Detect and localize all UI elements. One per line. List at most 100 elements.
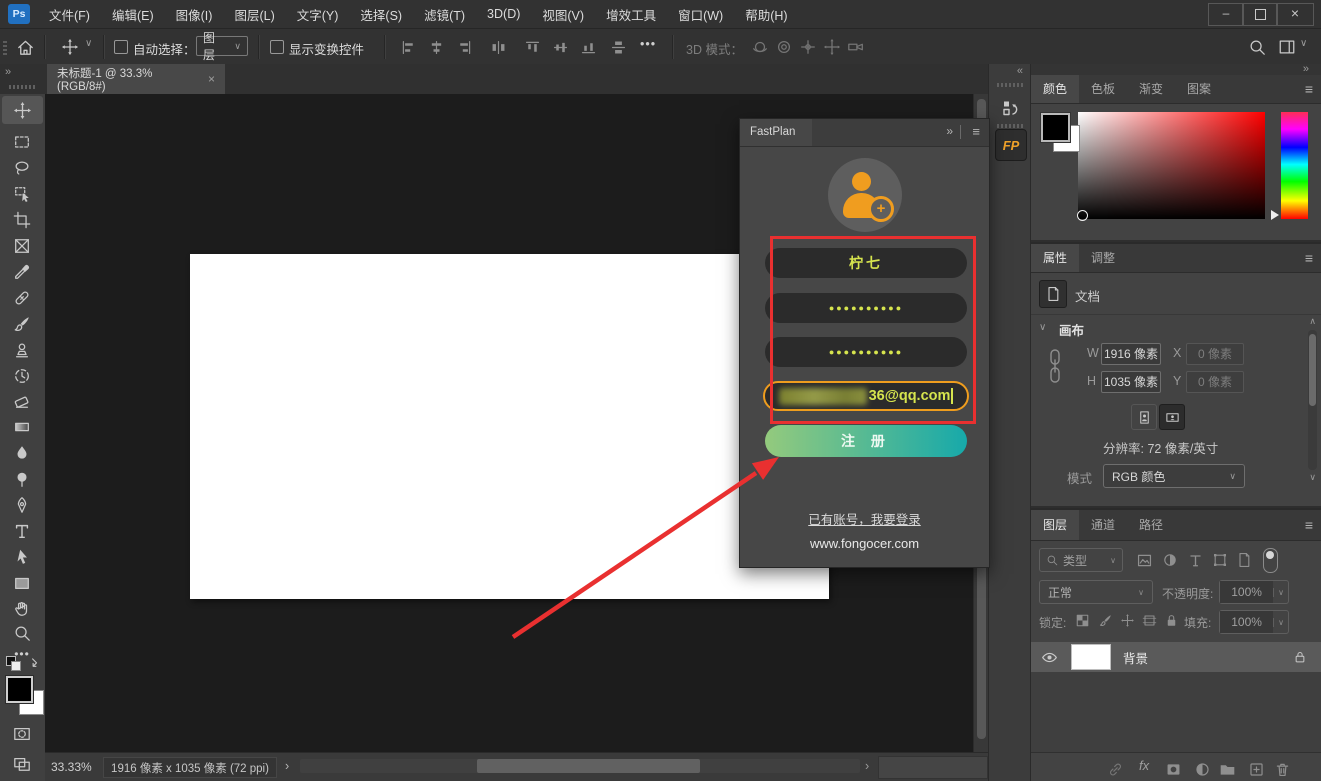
email-field[interactable]: 36@qq.com xyxy=(763,381,969,411)
link-dimensions-icon[interactable] xyxy=(1047,346,1063,386)
maximize-button[interactable] xyxy=(1242,3,1278,26)
more-options-button[interactable]: ••• xyxy=(640,37,656,51)
filter-shape-layers-button[interactable] xyxy=(1211,551,1229,569)
menu-image[interactable]: 图像(I) xyxy=(165,5,224,24)
rectangular-marquee-tool[interactable] xyxy=(10,130,34,154)
home-button[interactable] xyxy=(13,35,37,59)
frame-tool[interactable] xyxy=(10,234,34,258)
pen-tool[interactable] xyxy=(10,493,34,517)
canvas-section-chevron[interactable]: ∨ xyxy=(1039,322,1046,333)
fastplan-tab[interactable]: FastPlan xyxy=(740,119,812,146)
properties-panel-menu-icon[interactable]: ≡ xyxy=(1305,250,1313,266)
filter-pixel-layers-button[interactable] xyxy=(1135,551,1153,569)
h-scroll-thumb[interactable] xyxy=(477,759,700,773)
hue-slider[interactable] xyxy=(1281,112,1308,219)
tab-gradients[interactable]: 渐变 xyxy=(1127,75,1175,103)
spot-healing-brush-tool[interactable] xyxy=(10,286,34,310)
fastplan-dock-button[interactable]: FP xyxy=(995,129,1027,161)
move-tool[interactable] xyxy=(2,96,43,124)
orientation-landscape-button[interactable] xyxy=(1159,404,1185,430)
document-tab[interactable]: 未标题-1 @ 33.3%(RGB/8#) × xyxy=(47,64,225,94)
blend-mode-select[interactable]: 正常 ∨ xyxy=(1039,580,1153,604)
quick-mask-button[interactable] xyxy=(10,722,34,746)
3d-orbit-button[interactable] xyxy=(748,35,772,59)
align-left-button[interactable] xyxy=(396,35,420,59)
mode-select[interactable]: RGB 颜色 ∨ xyxy=(1103,464,1245,488)
align-bottom-button[interactable] xyxy=(576,35,600,59)
new-group-button[interactable] xyxy=(1217,759,1237,779)
tab-patterns[interactable]: 图案 xyxy=(1175,75,1223,103)
tab-layers[interactable]: 图层 xyxy=(1031,510,1080,540)
properties-scroll-thumb[interactable] xyxy=(1309,334,1316,406)
password-field[interactable]: ●●●●●●●●●● xyxy=(765,293,967,323)
align-right-button[interactable] xyxy=(452,35,476,59)
auto-select-checkbox[interactable] xyxy=(114,40,128,54)
history-panel-button[interactable] xyxy=(997,94,1024,121)
lock-position-button[interactable] xyxy=(1118,611,1136,629)
properties-scrollbar[interactable] xyxy=(1308,330,1317,470)
type-tool[interactable] xyxy=(10,519,34,543)
fill-input[interactable]: 100% ∨ xyxy=(1219,610,1289,634)
path-selection-tool[interactable] xyxy=(10,545,34,569)
h-scroll-chevron[interactable]: › xyxy=(865,759,869,773)
filter-type-layers-button[interactable] xyxy=(1186,551,1204,569)
opacity-input[interactable]: 100% ∨ xyxy=(1219,580,1289,604)
dodge-tool[interactable] xyxy=(10,467,34,491)
close-button[interactable]: × xyxy=(1276,3,1314,26)
status-next-chevron[interactable]: › xyxy=(285,759,289,773)
show-transform-checkbox[interactable] xyxy=(270,40,284,54)
align-middle-button[interactable] xyxy=(548,35,572,59)
move-tool-option[interactable] xyxy=(58,35,82,59)
document-type-button[interactable] xyxy=(1039,280,1067,308)
menu-window[interactable]: 窗口(W) xyxy=(667,5,734,24)
align-top-button[interactable] xyxy=(520,35,544,59)
lasso-tool[interactable] xyxy=(10,156,34,180)
confirm-password-field[interactable]: ●●●●●●●●●● xyxy=(765,337,967,367)
lock-all-button[interactable] xyxy=(1162,611,1180,629)
fastplan-menu-icon[interactable]: ≡ xyxy=(972,124,980,139)
crop-tool[interactable] xyxy=(10,208,34,232)
tab-adjustments[interactable]: 调整 xyxy=(1079,244,1127,272)
height-input[interactable]: 1035 像素 xyxy=(1101,371,1161,393)
sv-picker-ring[interactable] xyxy=(1077,210,1088,221)
distribute-h-button[interactable] xyxy=(486,35,510,59)
panels-collapse-icon[interactable]: » xyxy=(1303,63,1309,75)
menu-select[interactable]: 选择(S) xyxy=(349,5,413,24)
3d-roll-button[interactable] xyxy=(772,35,796,59)
new-adjustment-layer-button[interactable] xyxy=(1192,759,1212,779)
lock-transparent-button[interactable] xyxy=(1073,611,1091,629)
align-center-h-button[interactable] xyxy=(424,35,448,59)
properties-scroll-up[interactable]: ∧ xyxy=(1309,316,1316,327)
layer-name[interactable]: 背景 xyxy=(1123,648,1293,667)
tab-channels[interactable]: 通道 xyxy=(1079,510,1127,540)
auto-select-dropdown[interactable]: 图层 ∨ xyxy=(196,31,248,62)
history-brush-tool[interactable] xyxy=(10,364,34,388)
fastplan-collapse-icon[interactable]: » xyxy=(946,124,953,138)
swap-colors-mini[interactable] xyxy=(6,656,40,672)
menu-3d[interactable]: 3D(D) xyxy=(476,7,531,21)
layers-empty-area[interactable] xyxy=(1031,672,1321,752)
filter-toggle-switch[interactable] xyxy=(1263,548,1278,573)
delete-layer-button[interactable] xyxy=(1272,759,1292,779)
tab-properties[interactable]: 属性 xyxy=(1031,244,1080,272)
object-selection-tool[interactable] xyxy=(10,182,34,206)
lock-pixels-button[interactable] xyxy=(1096,611,1114,629)
document-canvas[interactable] xyxy=(190,254,829,599)
menu-edit[interactable]: 编辑(E) xyxy=(101,5,165,24)
layer-lock-icon[interactable] xyxy=(1293,650,1307,664)
register-button[interactable]: 注 册 xyxy=(765,425,967,457)
link-layers-button[interactable] xyxy=(1105,759,1125,779)
menu-type[interactable]: 文字(Y) xyxy=(286,5,350,24)
orientation-portrait-button[interactable] xyxy=(1131,404,1157,430)
add-layer-mask-button[interactable] xyxy=(1163,759,1183,779)
dock-collapse-icon[interactable]: « xyxy=(1017,65,1023,77)
foreground-color-swatch[interactable] xyxy=(6,676,33,703)
zoom-level[interactable]: 33.33% xyxy=(51,760,92,774)
width-input[interactable]: 1916 像素 xyxy=(1101,343,1161,365)
tab-swatches[interactable]: 色板 xyxy=(1079,75,1127,103)
hand-tool[interactable] xyxy=(10,596,34,620)
login-link[interactable]: 已有账号，我要登录 xyxy=(740,509,989,528)
workspace-button[interactable] xyxy=(1275,35,1299,59)
username-field[interactable]: 柠七 xyxy=(765,248,967,278)
saturation-value-picker[interactable] xyxy=(1077,112,1265,221)
